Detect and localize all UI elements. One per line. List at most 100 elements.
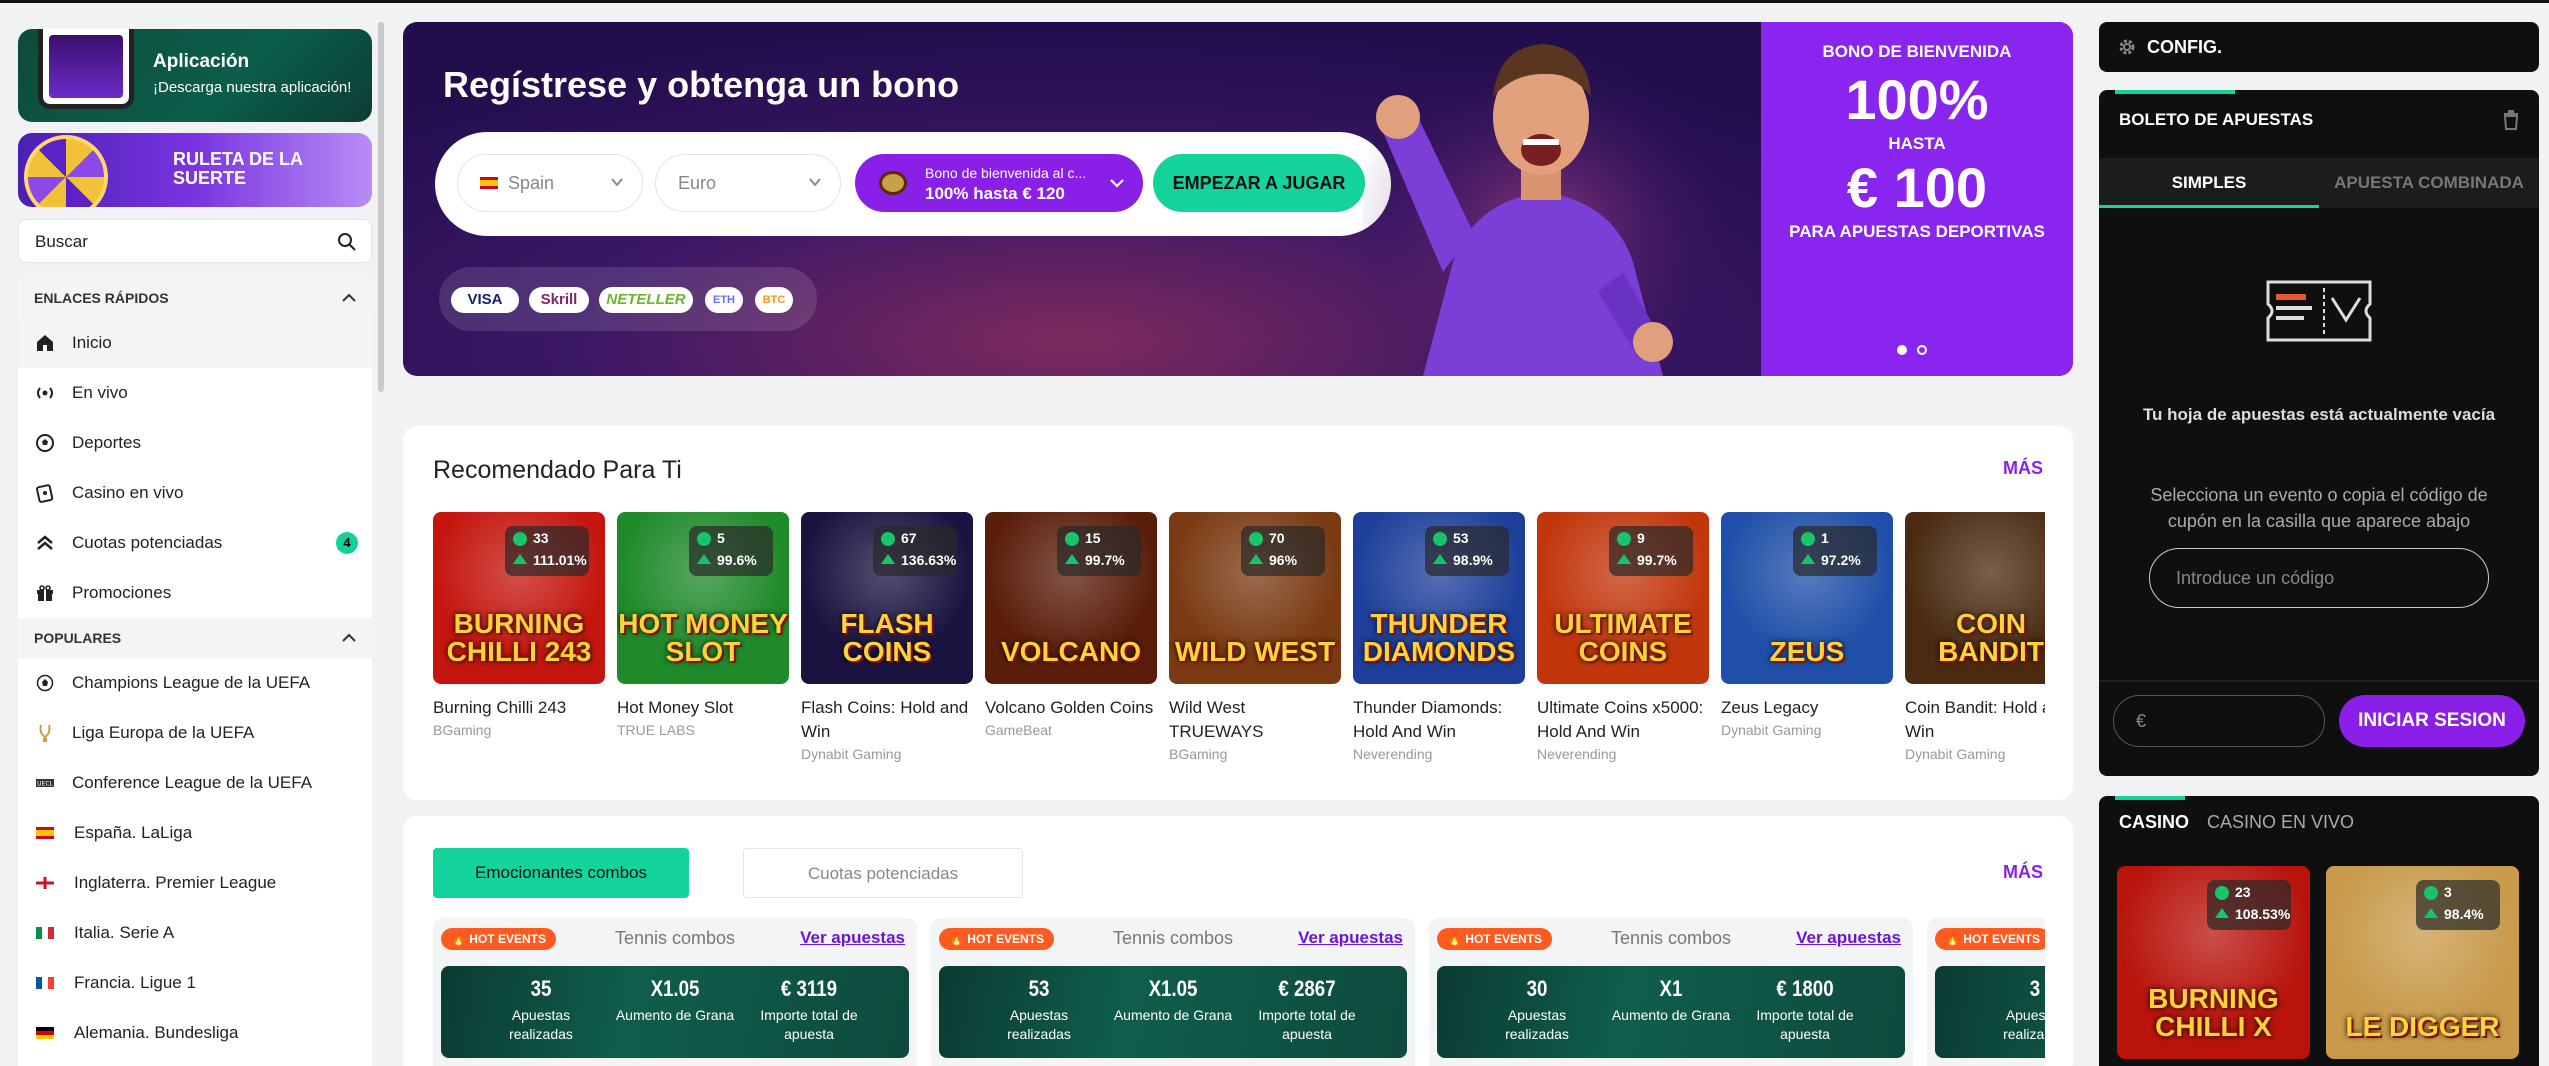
players-icon (1801, 532, 1815, 546)
game-stats-badge: 53 98.9% (1425, 526, 1509, 576)
sidebar-item-bundesliga[interactable]: Alemania. Bundesliga (18, 1008, 372, 1058)
more-link[interactable]: MÁS (2003, 862, 2043, 883)
casino-game-card[interactable]: LE DIGGER 3 98.4% (2326, 866, 2519, 1059)
rtp-value: 97.2% (1821, 552, 1861, 568)
tab-exciting-combos[interactable]: Emocionantes combos (433, 848, 689, 898)
carousel-dot-active[interactable] (1897, 345, 1907, 355)
casino-game-card[interactable]: BURNING CHILLI X 23 108.53% (2117, 866, 2310, 1059)
signup-form: Spain Euro Bono de bienvenida al c... 10… (435, 132, 1391, 236)
popular-header[interactable]: POPULARES (18, 618, 372, 658)
champions-ball-icon (34, 672, 56, 694)
game-thumbnail[interactable]: VOLCANO 15 99.7% (985, 512, 1157, 684)
quick-links-header[interactable]: ENLACES RÁPIDOS (18, 278, 372, 318)
bonus-select[interactable]: Bono de bienvenida al c... 100% hasta € … (855, 154, 1143, 212)
game-thumbnail[interactable]: FLASH COINS 67 136.63% (801, 512, 973, 684)
game-logo: ZEUS (1769, 636, 1845, 667)
country-select[interactable]: Spain (457, 154, 643, 212)
gear-icon (2119, 39, 2135, 55)
game-name[interactable]: Flash Coins: Hold and Win (801, 696, 973, 744)
currency-select[interactable]: Euro (655, 154, 841, 212)
sidebar-item-casino-en-vivo[interactable]: Casino en vivo (18, 468, 372, 518)
sidebar-item-ligue-1[interactable]: Francia. Ligue 1 (18, 958, 372, 1008)
stake-input[interactable]: € (2113, 695, 2325, 747)
sidebar-item-cuotas-potenciadas[interactable]: Cuotas potenciadas 4 (18, 518, 372, 568)
app-download-banner[interactable]: Aplicación ¡Descarga nuestra aplicación! (18, 29, 372, 122)
chevron-up-icon[interactable] (342, 633, 356, 643)
tab-boosted-odds[interactable]: Cuotas potenciadas (743, 848, 1023, 898)
combo-card[interactable]: 🔥 HOT EVENTS Tennis combos Ver apuestas 30 A… (1429, 918, 1913, 1066)
carousel-dot[interactable] (1917, 345, 1927, 355)
sidebar-item-europa[interactable]: Liga Europa de la UEFA (18, 708, 372, 758)
game-logo: LE DIGGER (2345, 1011, 2500, 1042)
game-card[interactable]: WILD WEST 70 96% Wild West TRUEWAYS BGaming (1169, 512, 1341, 762)
game-name[interactable]: Ultimate Coins x5000: Hold And Win (1537, 696, 1709, 744)
config-button[interactable]: CONFIG. (2099, 22, 2539, 72)
welcome-bonus-panel[interactable]: BONO DE BIENVENIDA 100% HASTA € 100 PARA… (1761, 22, 2073, 376)
quick-links-title: ENLACES RÁPIDOS (34, 290, 169, 306)
login-button[interactable]: INICIAR SESION (2339, 695, 2525, 747)
game-provider: Dynabit Gaming (1905, 746, 2006, 762)
tab-singles[interactable]: SIMPLES (2099, 158, 2319, 208)
sidebar-item-promociones[interactable]: Promociones (18, 568, 372, 618)
rtp-up-icon (2424, 908, 2438, 918)
start-playing-button[interactable]: EMPEZAR A JUGAR (1153, 154, 1365, 212)
tab-live-casino[interactable]: CASINO EN VIVO (2207, 812, 2354, 833)
game-name[interactable]: Burning Chilli 243 (433, 696, 605, 720)
sidebar-item-premier[interactable]: Inglaterra. Premier League (18, 858, 372, 908)
game-thumbnail[interactable]: COIN BANDIT (1905, 512, 2045, 684)
game-name[interactable]: Coin Bandit: Hold and Win (1905, 696, 2045, 744)
football-player-image (1363, 22, 1723, 376)
combo-card[interactable]: 🔥 HOT EVENTS 3Apuestas realizadas (1927, 918, 2045, 1066)
currency-value: Euro (678, 173, 717, 193)
sidebar-item-conference[interactable]: UECL Conference League de la UEFA (18, 758, 372, 808)
game-stats-badge: 3 98.4% (2416, 880, 2500, 930)
tab-casino[interactable]: CASINO (2119, 812, 2189, 833)
more-link[interactable]: MÁS (2003, 458, 2043, 479)
tab-combined-bet[interactable]: APUESTA COMBINADA (2319, 158, 2539, 208)
coupon-code-input[interactable]: Introduce un código (2149, 548, 2489, 608)
recommended-title: Recomendado Para Ti (433, 456, 682, 484)
search-input[interactable]: Buscar (18, 219, 372, 263)
game-name[interactable]: Thunder Diamonds: Hold And Win (1353, 696, 1525, 744)
game-thumbnail[interactable]: ULTIMATE COINS 9 99.7% (1537, 512, 1709, 684)
game-card[interactable]: BURNING CHILLI 243 33 111.01% Burning Chill… (433, 512, 605, 738)
sidebar-item-inicio[interactable]: Inicio (18, 318, 372, 368)
view-bets-link[interactable]: Ver apuestas (1298, 928, 1403, 948)
soccer-ball-icon (34, 432, 56, 454)
view-bets-link[interactable]: Ver apuestas (1796, 928, 1901, 948)
game-card[interactable]: HOT MONEY SLOT 5 99.6% Hot Money Slot TRUE L… (617, 512, 789, 738)
sidebar-item-laliga[interactable]: España. LaLiga (18, 808, 372, 858)
sidebar-item-en-vivo[interactable]: En vivo (18, 368, 372, 418)
game-card[interactable]: ULTIMATE COINS 9 99.7% Ultimate Coins x5000… (1537, 512, 1709, 762)
combos-carousel: 🔥 HOT EVENTS Tennis combos Ver apuestas 35 A… (433, 918, 2045, 1066)
game-name[interactable]: Hot Money Slot (617, 696, 789, 720)
sidebar-item-deportes[interactable]: Deportes (18, 418, 372, 468)
hero-banner[interactable]: Regístrese y obtenga un bono Spain Euro … (403, 22, 2073, 376)
game-thumbnail[interactable]: THUNDER DIAMONDS 53 98.9% (1353, 512, 1525, 684)
sidebar-item-champions[interactable]: Champions League de la UEFA (18, 658, 372, 708)
game-card[interactable]: COIN BANDIT Coin Bandit: Hold and Win Dyna… (1905, 512, 2045, 762)
chevron-up-icon[interactable] (342, 293, 356, 303)
game-card[interactable]: THUNDER DIAMONDS 53 98.9% Thunder Diamonds:… (1353, 512, 1525, 762)
game-thumbnail[interactable]: WILD WEST 70 96% (1169, 512, 1341, 684)
game-name[interactable]: Zeus Legacy (1721, 696, 1893, 720)
game-card[interactable]: ZEUS 1 97.2% Zeus Legacy Dynabit Gaming (1721, 512, 1893, 738)
game-name[interactable]: Wild West TRUEWAYS (1169, 696, 1341, 744)
game-thumbnail[interactable]: HOT MONEY SLOT 5 99.6% (617, 512, 789, 684)
game-card[interactable]: FLASH COINS 67 136.63% Flash Coins: Hold an… (801, 512, 973, 762)
players-icon (513, 532, 527, 546)
search-icon[interactable] (337, 232, 357, 252)
trash-icon[interactable] (2501, 108, 2521, 130)
combo-card[interactable]: 🔥 HOT EVENTS Tennis combos Ver apuestas 35 A… (433, 918, 917, 1066)
lucky-wheel-banner[interactable]: RULETA DE LA SUERTE (18, 133, 372, 207)
game-thumbnail[interactable]: ZEUS 1 97.2% (1721, 512, 1893, 684)
sidebar-item-label: Inglaterra. Premier League (74, 873, 277, 892)
game-card[interactable]: VOLCANO 15 99.7% Volcano Golden Coins GameBe… (985, 512, 1157, 738)
sidebar-scrollbar[interactable] (378, 22, 384, 392)
rtp-up-icon (1801, 554, 1815, 564)
game-thumbnail[interactable]: BURNING CHILLI 243 33 111.01% (433, 512, 605, 684)
game-name[interactable]: Volcano Golden Coins (985, 696, 1157, 720)
view-bets-link[interactable]: Ver apuestas (800, 928, 905, 948)
combo-card[interactable]: 🔥 HOT EVENTS Tennis combos Ver apuestas 53 A… (931, 918, 1415, 1066)
sidebar-item-serie-a[interactable]: Italia. Serie A (18, 908, 372, 958)
